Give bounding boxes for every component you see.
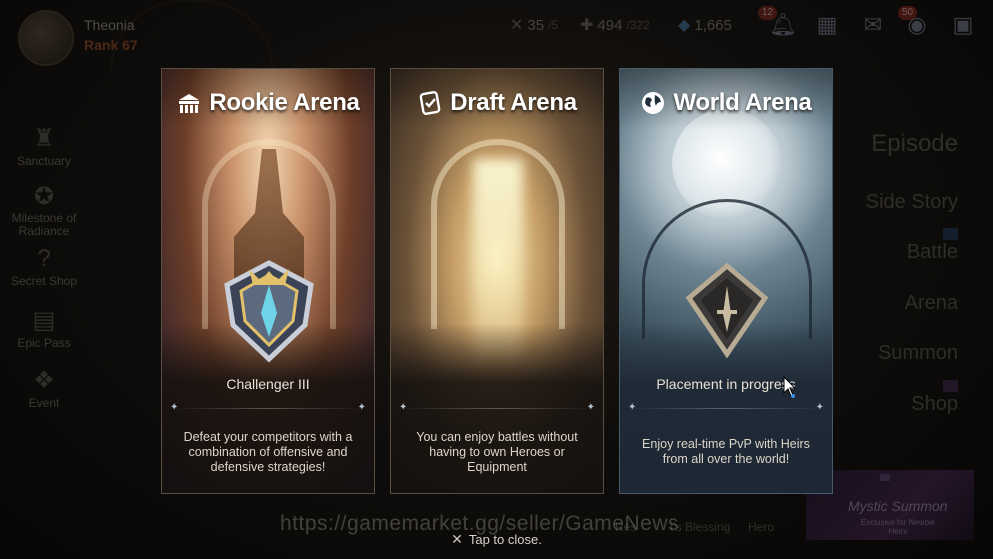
card-header: Rookie Arena — [162, 89, 374, 117]
card-header: World Arena — [620, 89, 832, 117]
close-icon: ✕ — [451, 531, 463, 547]
divider-star-icon: ✦ — [628, 402, 637, 413]
card-description: Enjoy real-time PvP with Heirs from all … — [642, 437, 810, 466]
card-title: World Arena — [673, 89, 812, 116]
mouse-cursor-icon — [783, 376, 797, 398]
close-hint-label: Tap to close. — [468, 532, 542, 547]
card-divider — [401, 408, 593, 409]
divider-star-icon: ✦ — [586, 402, 595, 413]
divider-star-icon: ✦ — [170, 402, 179, 413]
challenger-rank-emblem — [224, 260, 314, 363]
card-check-icon — [419, 91, 441, 115]
card-status: Placement in progress — [656, 376, 796, 392]
globe-icon — [642, 92, 665, 114]
divider-star-icon: ✦ — [815, 402, 824, 413]
rookie-arena-card[interactable]: Rookie Arena Challenger III ✦ ✦ Defeat y… — [161, 68, 375, 494]
world-arena-card[interactable]: World Arena Placement in progress ✦ ✦ En… — [619, 68, 833, 494]
card-description: Defeat your competitors with a combinati… — [183, 430, 353, 474]
unranked-placement-emblem — [685, 262, 769, 358]
card-title: Draft Arena — [450, 89, 577, 116]
card-title: Rookie Arena — [209, 89, 360, 116]
tap-to-close[interactable]: ✕ Tap to close. — [0, 531, 993, 548]
card-divider — [630, 408, 822, 409]
card-description: You can enjoy battles without having to … — [416, 430, 578, 474]
colosseum-icon — [179, 94, 200, 113]
divider-star-icon: ✦ — [357, 402, 366, 413]
card-status: Challenger III — [226, 376, 310, 392]
divider-star-icon: ✦ — [399, 402, 408, 413]
card-divider — [172, 408, 364, 409]
card-header: Draft Arena — [391, 89, 603, 117]
draft-arena-card[interactable]: Draft Arena ✦ ✦ You can enjoy battles wi… — [390, 68, 604, 494]
